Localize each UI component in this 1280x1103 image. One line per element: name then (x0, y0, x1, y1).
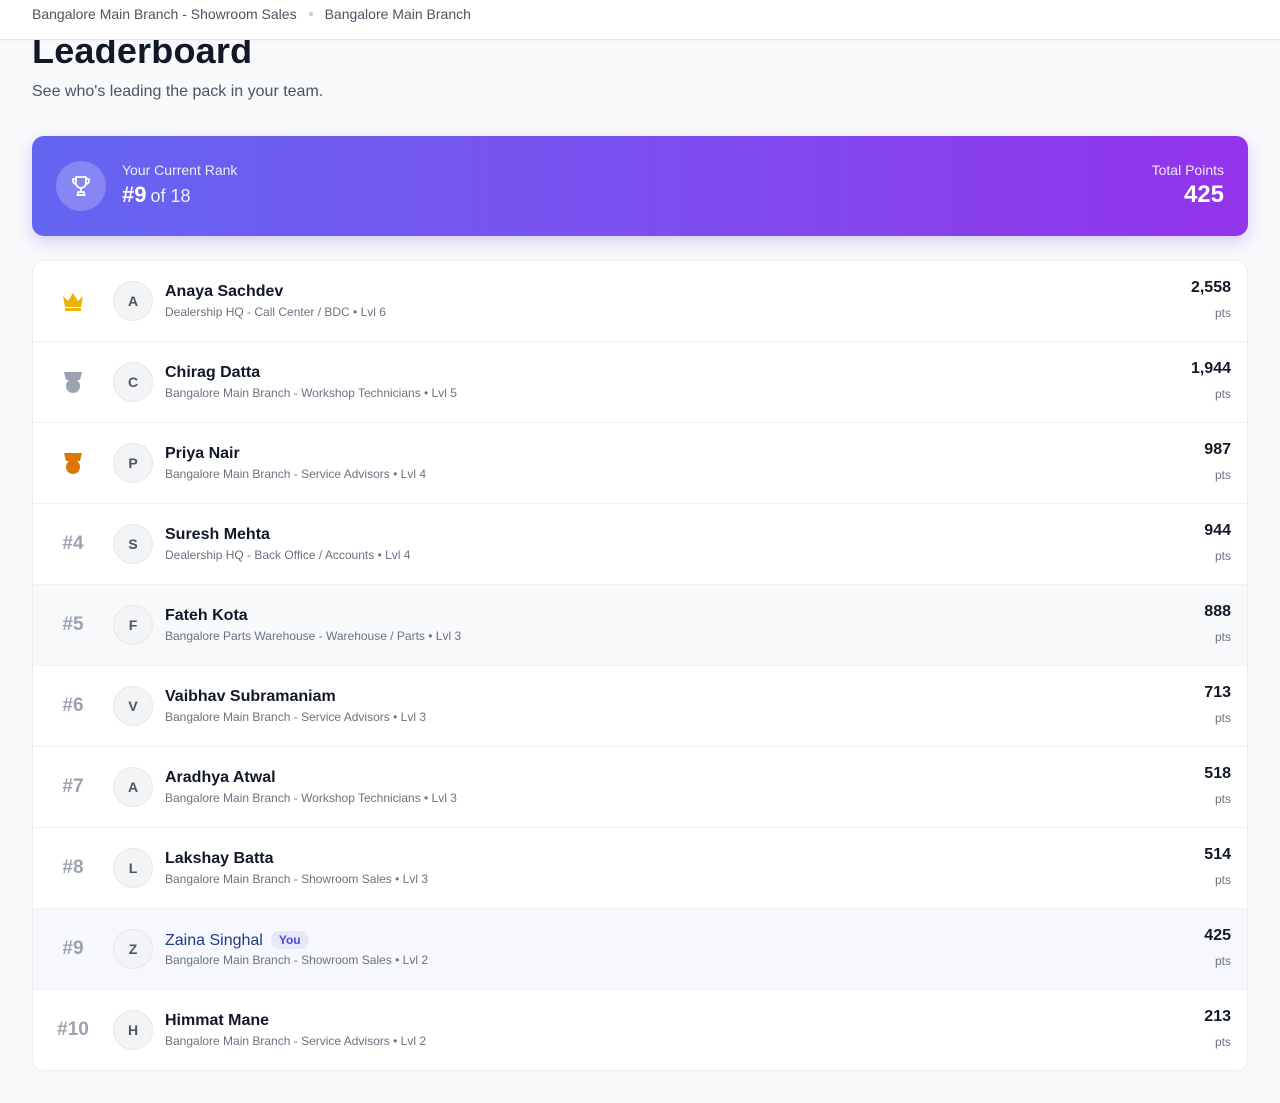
current-rank-card: Your Current Rank #9 of 18 Total Points 4… (32, 136, 1248, 236)
avatar: A (113, 767, 153, 807)
user-name[interactable]: Lakshay Batta (165, 850, 274, 867)
user-meta: Bangalore Main Branch - Service Advisors… (165, 1034, 426, 1048)
leaderboard-row-current-user[interactable]: #9 Z Zaina Singhal You Bangalore Main Branch… (33, 909, 1247, 990)
breadcrumb-separator (308, 12, 313, 16)
leaderboard-row[interactable]: #5 F Fateh Kota Bangalore Parts Warehouse -… (33, 585, 1247, 666)
user-name-wrapper: Vaibhav Subramaniam (165, 688, 336, 706)
avatar: F (113, 605, 153, 645)
points-value: 987 (1204, 441, 1231, 458)
points-value: 514 (1204, 846, 1231, 863)
points-unit: pts (1214, 954, 1231, 968)
avatar: L (113, 848, 153, 888)
user-name-wrapper: Aradhya Atwal (165, 769, 276, 787)
leaderboard-row[interactable]: A Anaya Sachdev Dealership HQ - Call Cente… (33, 261, 1247, 342)
leaderboard-row[interactable]: #10 H Himmat Mane Bangalore Main Branch - S… (33, 990, 1247, 1070)
avatar: H (113, 1010, 153, 1050)
leaderboard-row[interactable]: #6 V Vaibhav Subramaniam Bangalore Main Bra… (33, 666, 1247, 747)
silver-medal-icon (33, 342, 113, 422)
user-name[interactable]: Priya Nair (165, 445, 240, 462)
points-value: 425 (1204, 927, 1231, 944)
user-name[interactable]: Suresh Mehta (165, 526, 270, 543)
user-name[interactable]: Vaibhav Subramaniam (165, 688, 336, 705)
avatar: Z (113, 929, 153, 969)
avatar: V (113, 686, 153, 726)
points-unit: pts (1214, 1035, 1231, 1049)
rank-number: #7 (62, 776, 84, 797)
rank-number: #4 (62, 533, 84, 554)
points-value: 888 (1204, 603, 1231, 620)
points-unit: pts (1214, 711, 1231, 725)
current-rank-total: of 18 (150, 186, 191, 206)
points-unit: pts (1214, 387, 1231, 401)
total-points-label: Total Points (1151, 162, 1224, 178)
user-meta: Bangalore Main Branch - Showroom Sales •… (165, 953, 428, 967)
leaderboard-list: A Anaya Sachdev Dealership HQ - Call Cente… (32, 260, 1248, 1071)
leaderboard-row[interactable]: #8 L Lakshay Batta Bangalore Main Branch - … (33, 828, 1247, 909)
rank-number: #9 (62, 938, 84, 959)
top-bar: Bangalore Main Branch - Showroom Sales B… (0, 0, 1280, 40)
user-meta: Bangalore Parts Warehouse - Warehouse / … (165, 629, 462, 643)
points-value: 1,944 (1190, 360, 1231, 377)
user-name[interactable]: Chirag Datta (165, 364, 260, 381)
rank-number: #8 (62, 857, 84, 878)
you-badge: You (270, 931, 309, 949)
points-value: 2,558 (1190, 279, 1231, 296)
user-meta: Bangalore Main Branch - Workshop Technic… (165, 791, 457, 805)
leaderboard-row[interactable]: #7 A Aradhya Atwal Bangalore Main Branch - … (33, 747, 1247, 828)
points-unit: pts (1214, 549, 1231, 563)
points-unit: pts (1214, 630, 1231, 644)
user-meta: Dealership HQ - Back Office / Accounts •… (165, 548, 411, 562)
user-name-wrapper: Priya Nair (165, 445, 240, 463)
avatar: P (113, 443, 153, 483)
trophy-icon (56, 161, 106, 211)
user-meta: Bangalore Main Branch - Service Advisors… (165, 467, 426, 481)
user-meta: Bangalore Main Branch - Showroom Sales •… (165, 872, 428, 886)
breadcrumb-item-branch[interactable]: Bangalore Main Branch (325, 0, 471, 28)
rank-number: #10 (57, 1019, 89, 1040)
crown-icon (33, 261, 113, 341)
points-unit: pts (1214, 468, 1231, 482)
user-name-wrapper: Fateh Kota (165, 607, 248, 625)
user-name[interactable]: Fateh Kota (165, 607, 248, 624)
bronze-medal-icon (33, 423, 113, 503)
points-value: 713 (1204, 684, 1231, 701)
leaderboard-row[interactable]: #4 S Suresh Mehta Dealership HQ - Back Offi… (33, 504, 1247, 585)
points-value: 213 (1204, 1008, 1231, 1025)
user-meta: Dealership HQ - Call Center / BDC • Lvl … (165, 305, 386, 319)
user-name[interactable]: Himmat Mane (165, 1012, 269, 1029)
breadcrumb-item-team[interactable]: Bangalore Main Branch - Showroom Sales (32, 0, 297, 28)
current-rank-label: Your Current Rank (122, 162, 238, 178)
user-name-wrapper: Suresh Mehta (165, 526, 270, 544)
user-name-wrapper: Lakshay Batta (165, 850, 274, 868)
user-name-wrapper: Zaina Singhal You (165, 931, 309, 950)
current-rank-value: #9 of 18 (122, 182, 191, 208)
user-name[interactable]: Anaya Sachdev (165, 283, 283, 300)
points-value: 518 (1204, 765, 1231, 782)
rank-number: #5 (62, 614, 84, 635)
total-points-value: 425 (1183, 181, 1224, 208)
user-name[interactable]: Zaina Singhal (165, 932, 263, 949)
user-meta: Bangalore Main Branch - Service Advisors… (165, 710, 426, 724)
rank-number: #6 (62, 695, 84, 716)
leaderboard-row[interactable]: P Priya Nair Bangalore Main Branch - Servi… (33, 423, 1247, 504)
user-name-wrapper: Himmat Mane (165, 1012, 269, 1030)
points-unit: pts (1214, 306, 1231, 320)
leaderboard-row[interactable]: C Chirag Datta Bangalore Main Branch - Wor… (33, 342, 1247, 423)
avatar: C (113, 362, 153, 402)
points-value: 944 (1204, 522, 1231, 539)
points-unit: pts (1214, 873, 1231, 887)
avatar: S (113, 524, 153, 564)
user-name-wrapper: Anaya Sachdev (165, 283, 283, 301)
user-name-wrapper: Chirag Datta (165, 364, 260, 382)
user-name[interactable]: Aradhya Atwal (165, 769, 276, 786)
avatar: A (113, 281, 153, 321)
user-meta: Bangalore Main Branch - Workshop Technic… (165, 386, 457, 400)
points-unit: pts (1214, 792, 1231, 806)
page-subtitle: See who's leading the pack in your team. (32, 83, 324, 100)
current-rank-number: #9 (122, 182, 147, 207)
